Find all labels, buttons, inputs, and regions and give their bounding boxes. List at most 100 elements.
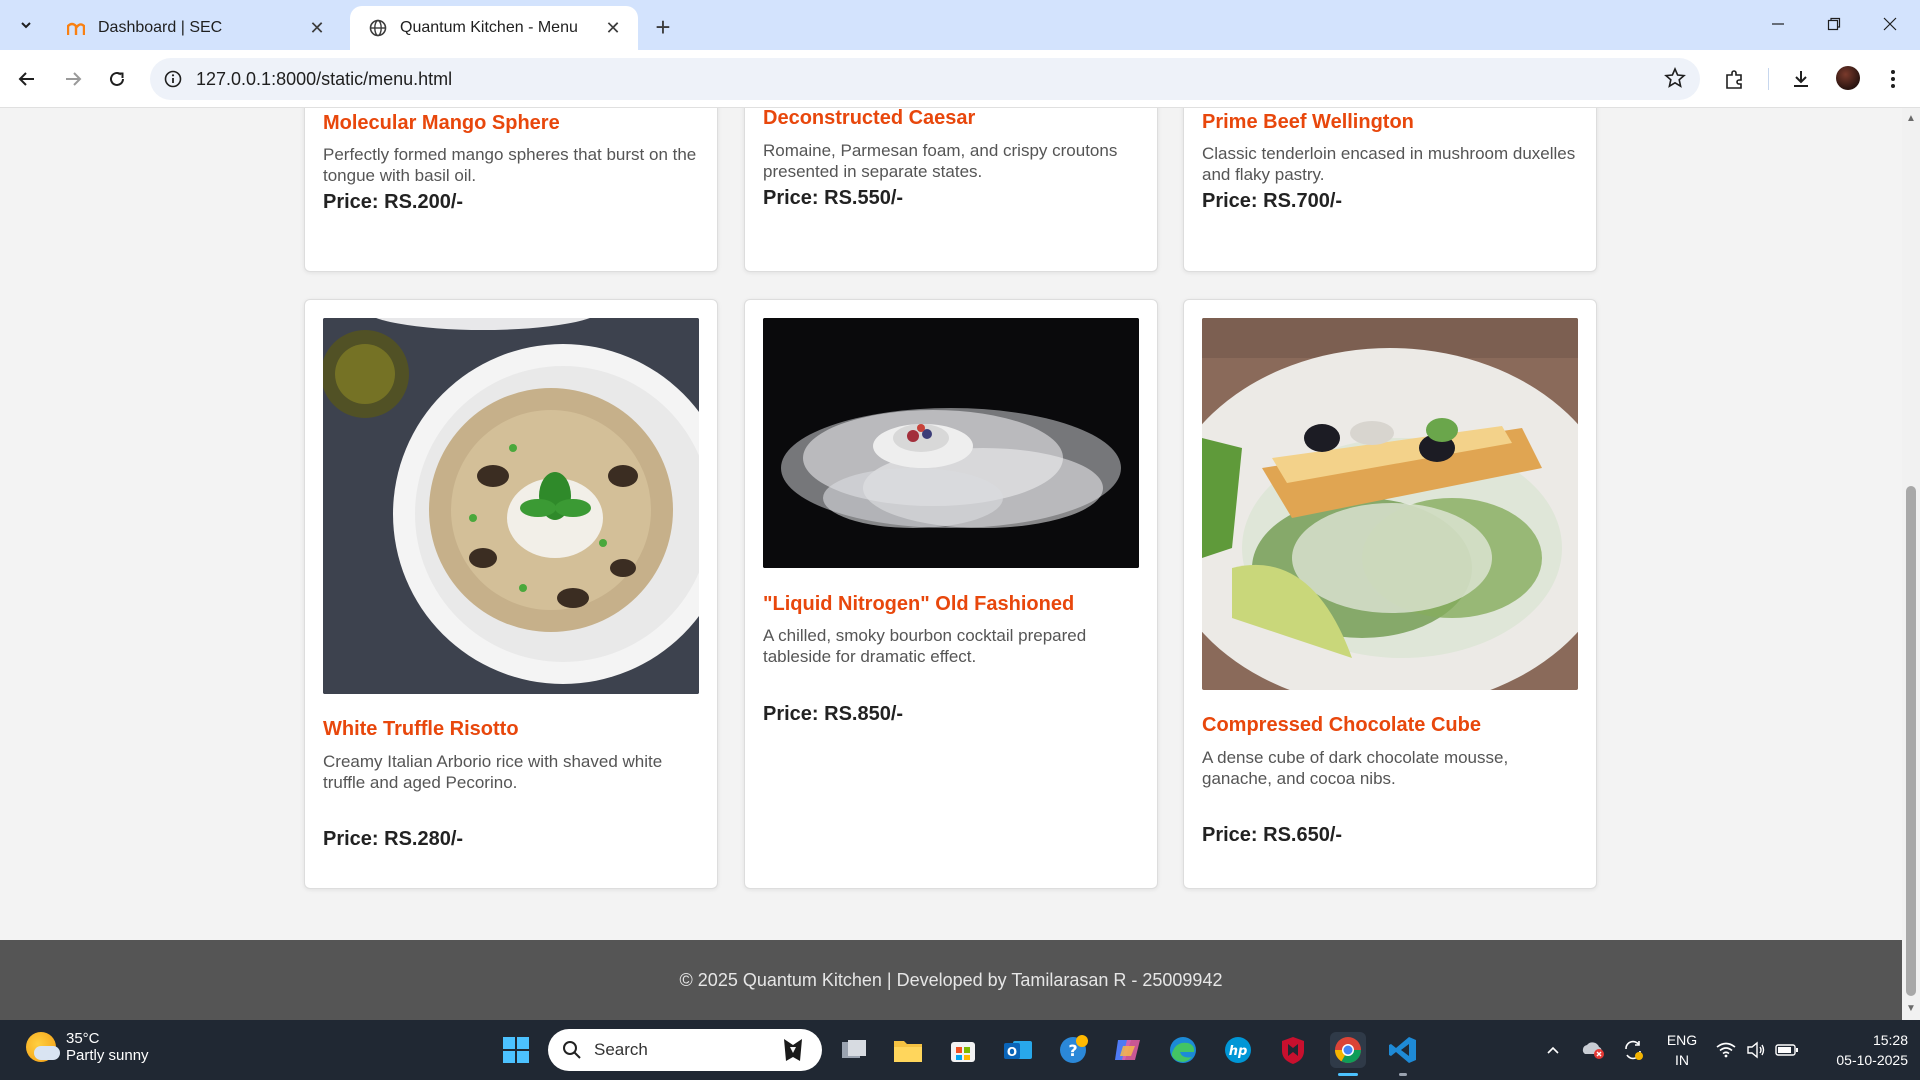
scroll-up-icon[interactable]: ▲ — [1906, 114, 1916, 124]
language-indicator[interactable]: ENG IN — [1664, 1030, 1700, 1070]
weather-widget[interactable]: 35°C Partly sunny — [26, 1030, 149, 1064]
reload-button[interactable] — [100, 62, 134, 96]
page-footer: © 2025 Quantum Kitchen | Developed by Ta… — [0, 940, 1902, 1020]
menu-card: Deconstructed Caesar Romaine, Parmesan f… — [744, 108, 1158, 272]
chrome-icon[interactable] — [1330, 1032, 1366, 1068]
start-button[interactable] — [498, 1032, 534, 1068]
reload-icon — [110, 71, 124, 86]
tab-quantum-kitchen[interactable]: Quantum Kitchen - Menu ✕ — [350, 6, 638, 50]
more-vertical-icon — [1891, 70, 1895, 88]
onedrive-error-icon[interactable] — [1578, 1020, 1608, 1080]
taskbar-clock[interactable]: 15:28 05-10-2025 — [1818, 1030, 1908, 1070]
active-app-indicator — [1338, 1073, 1358, 1076]
close-icon — [1883, 17, 1897, 31]
svg-text:?: ? — [1068, 1041, 1077, 1060]
battery-icon[interactable] — [1772, 1020, 1802, 1080]
language-code: ENG — [1666, 1032, 1698, 1048]
forward-arrow-icon — [66, 72, 82, 86]
clock-time: 15:28 — [1872, 1032, 1908, 1048]
vertical-scrollbar[interactable]: ▲ ▼ — [1902, 108, 1920, 1020]
browser-menu-button[interactable] — [1876, 62, 1910, 96]
chevron-down-icon — [21, 22, 31, 29]
search-label: Search — [594, 1040, 648, 1059]
dish-price: Price: RS.280/- — [323, 828, 464, 850]
clock-date: 05-10-2025 — [1836, 1052, 1908, 1068]
windows-logo-icon — [503, 1037, 529, 1063]
moodle-favicon-icon — [66, 18, 86, 38]
menu-card: Prime Beef Wellington Classic tenderloin… — [1183, 108, 1597, 272]
svg-text:hp: hp — [1229, 1044, 1248, 1059]
tab-search-button[interactable] — [10, 10, 42, 40]
edge-browser-icon[interactable] — [1165, 1032, 1201, 1068]
menu-card: Molecular Mango Sphere Perfectly formed … — [304, 108, 718, 272]
menu-card: Compressed Chocolate Cube A dense cube o… — [1183, 299, 1597, 889]
extensions-button[interactable] — [1718, 62, 1752, 96]
dish-price: Price: RS.850/- — [763, 703, 904, 725]
hp-support-icon[interactable]: hp — [1220, 1032, 1256, 1068]
toolbar-divider — [1768, 68, 1769, 90]
dish-price: Price: RS.550/- — [763, 187, 904, 209]
dish-name: Molecular Mango Sphere — [323, 112, 560, 134]
back-arrow-icon — [18, 72, 34, 86]
tab-dashboard[interactable]: Dashboard | SEC ✕ — [48, 6, 342, 50]
close-tab-icon[interactable]: ✕ — [602, 17, 624, 39]
taskbar: 35°C Partly sunny Search O ? hp ENG IN 1… — [0, 1020, 1920, 1080]
downloads-button[interactable] — [1784, 62, 1818, 96]
dish-description: A dense cube of dark chocolate mousse, g… — [1202, 748, 1509, 788]
weather-condition: Partly sunny — [66, 1047, 149, 1064]
sync-icon[interactable] — [1618, 1020, 1648, 1080]
dish-price: Price: RS.700/- — [1202, 190, 1343, 212]
tab-strip: Dashboard | SEC ✕ Quantum Kitchen - Menu… — [0, 0, 1920, 50]
risotto-photo — [323, 318, 699, 694]
globe-icon — [368, 18, 388, 38]
dish-price: Price: RS.200/- — [323, 191, 464, 213]
chevron-up-icon — [1547, 1046, 1559, 1054]
partly-sunny-icon — [26, 1032, 60, 1062]
copilot-icon[interactable] — [1110, 1032, 1146, 1068]
site-info-icon[interactable] — [164, 70, 182, 88]
weather-temp: 35°C — [66, 1030, 100, 1047]
taskbar-search[interactable]: Search — [548, 1029, 822, 1071]
running-app-indicator — [1399, 1073, 1407, 1076]
bookmark-star-icon[interactable] — [1664, 66, 1686, 94]
page-viewport: Molecular Mango Sphere Perfectly formed … — [0, 108, 1902, 1020]
download-icon — [1794, 71, 1808, 87]
tab-title: Dashboard | SEC — [98, 19, 223, 36]
microsoft-store-icon[interactable] — [945, 1032, 981, 1068]
close-window-button[interactable] — [1862, 0, 1918, 48]
dish-description: A chilled, smoky bourbon cocktail prepar… — [763, 626, 1087, 666]
get-help-icon[interactable]: ? — [1055, 1032, 1091, 1068]
nitrogen-cocktail-photo — [763, 318, 1139, 568]
dish-name: White Truffle Risotto — [323, 718, 519, 740]
volume-icon[interactable] — [1742, 1020, 1770, 1080]
search-icon — [563, 1041, 581, 1059]
menu-card: White Truffle Risotto Creamy Italian Arb… — [304, 299, 718, 889]
url-text[interactable]: 127.0.0.1:8000/static/menu.html — [196, 69, 452, 90]
profile-avatar[interactable] — [1836, 66, 1860, 90]
tab-title: Quantum Kitchen - Menu — [400, 19, 578, 36]
svg-text:O: O — [1007, 1045, 1017, 1059]
mcafee-icon[interactable] — [1275, 1032, 1311, 1068]
close-tab-icon[interactable]: ✕ — [306, 17, 328, 39]
vscode-icon[interactable] — [1385, 1032, 1421, 1068]
task-view-icon[interactable] — [836, 1032, 872, 1068]
restore-button[interactable] — [1806, 0, 1862, 48]
back-button[interactable] — [10, 62, 44, 96]
region-code: IN — [1675, 1052, 1689, 1068]
outlook-icon[interactable]: O — [1000, 1032, 1036, 1068]
wifi-icon[interactable] — [1712, 1020, 1740, 1080]
forward-button[interactable] — [56, 62, 90, 96]
menu-card: "Liquid Nitrogen" Old Fashioned A chille… — [744, 299, 1158, 889]
dish-description: Romaine, Parmesan foam, and crispy crout… — [763, 141, 1118, 181]
dish-name: Compressed Chocolate Cube — [1202, 714, 1481, 736]
file-explorer-icon[interactable] — [890, 1032, 926, 1068]
dish-description: Perfectly formed mango spheres that burs… — [323, 145, 697, 185]
scrollbar-thumb[interactable] — [1906, 486, 1916, 996]
address-bar[interactable]: 127.0.0.1:8000/static/menu.html — [150, 58, 1700, 100]
footer-text: © 2025 Quantum Kitchen | Developed by Ta… — [679, 969, 1223, 990]
search-highlight-icon — [776, 1033, 810, 1067]
show-hidden-icons-button[interactable] — [1540, 1020, 1566, 1080]
minimize-button[interactable] — [1750, 0, 1806, 48]
new-tab-button[interactable]: + — [648, 12, 678, 42]
scroll-down-icon[interactable]: ▼ — [1906, 1004, 1916, 1014]
